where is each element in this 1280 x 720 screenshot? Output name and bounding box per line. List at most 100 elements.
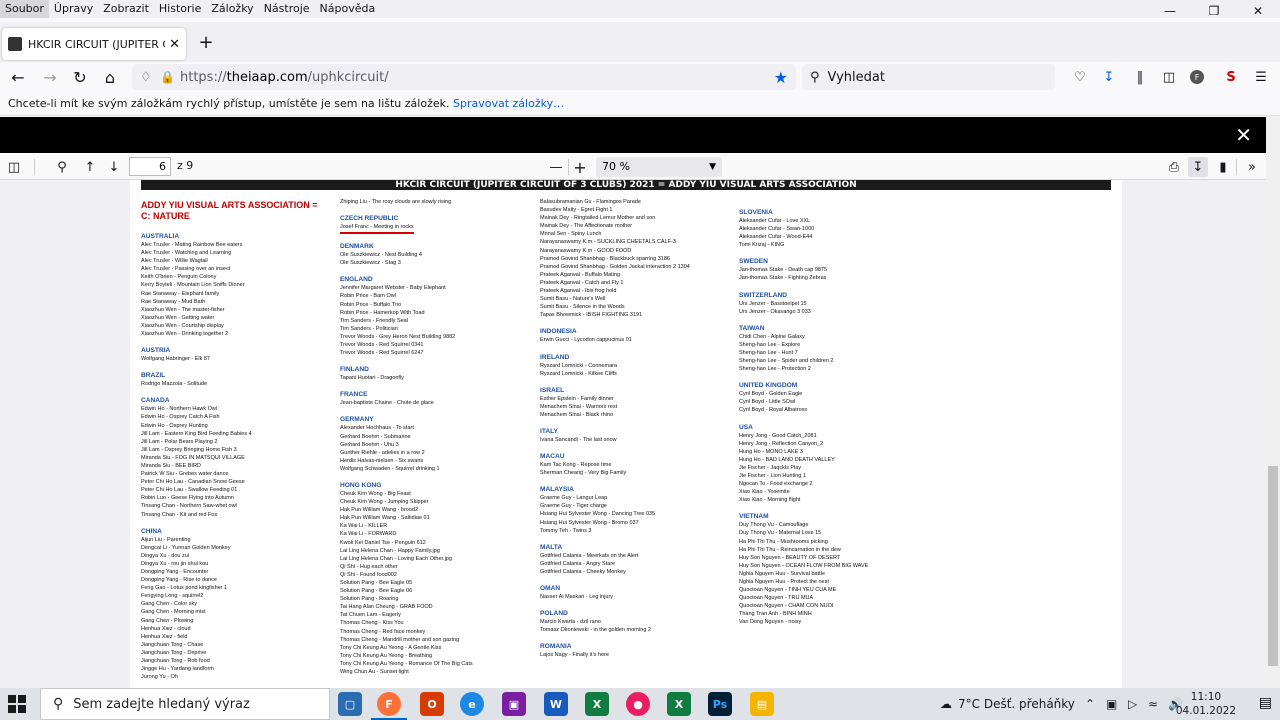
save-app-icon[interactable]: ▣: [502, 692, 526, 716]
entry-line: Wolfgang Habringer - Elk 87: [141, 356, 210, 363]
entry-line: Henry Jong - Good Catch_2081: [739, 432, 817, 439]
entry-line: Huy Son Nguyen - OCEAN FLOW FROM BIG WAV…: [739, 562, 869, 569]
photoshop-icon[interactable]: Ps: [708, 692, 732, 716]
entry-line: Patrick W Siu - Grebes water dance: [141, 471, 229, 478]
column-2: Zhiping Liu - The rosy clouds are slowly…: [340, 198, 473, 676]
url-bar[interactable]: ♢ 🔒 https://theiaap.com/uphkcircuit/ ★: [132, 64, 796, 90]
manage-bookmarks-link[interactable]: Spravovat záložky…: [453, 97, 564, 110]
zoom-in-icon[interactable]: +: [570, 157, 590, 177]
bookmark-star-icon[interactable]: ★: [774, 68, 788, 87]
save-icon[interactable]: ↧: [1188, 157, 1208, 177]
minimize-icon[interactable]: —: [1148, 0, 1192, 22]
menu-napoveda[interactable]: Nápověda: [315, 0, 381, 18]
entry-line: Basudev Maity - Egret Fight 1: [540, 207, 613, 214]
menu-nastroje[interactable]: Nástroje: [259, 0, 315, 18]
toolbar-divider: [568, 159, 569, 175]
forward-arrow-icon[interactable]: →: [36, 62, 64, 92]
home-icon[interactable]: ⌂: [96, 62, 124, 92]
notification-icon[interactable]: ▤: [1259, 695, 1272, 711]
toolbar-divider: [34, 159, 35, 175]
zoom-select[interactable]: 70 % ▼: [596, 157, 722, 177]
menu-zalozky[interactable]: Záložky: [206, 0, 258, 18]
office-icon[interactable]: O: [420, 692, 444, 716]
entry-line: Balasubramanian Gv - Flamingos Parade: [540, 199, 641, 205]
zoom-out-icon[interactable]: —: [546, 157, 566, 177]
downloads-icon[interactable]: ↧: [1100, 68, 1118, 86]
bookmark-icon[interactable]: ▮: [1213, 157, 1233, 177]
country-heading: ISRAEL: [540, 386, 565, 394]
library-icon[interactable]: ‖: [1131, 68, 1149, 86]
menu-historie[interactable]: Historie: [154, 0, 206, 18]
word-icon[interactable]: W: [544, 692, 568, 716]
menu-zobrazit[interactable]: Zobrazit: [98, 0, 154, 18]
shield-icon[interactable]: ♢: [140, 70, 160, 85]
entry-line: Pramod Govind Shanbhag - Blackbuck sparr…: [540, 255, 670, 262]
tab-bar: HKCIR CIRCUIT (JUPITER CIRCUI ✕ +: [0, 22, 1280, 62]
previous-page-icon[interactable]: ↑: [80, 157, 100, 177]
entry-line: Henhua Xiez - cloud: [141, 625, 191, 632]
find-icon[interactable]: ⚲: [52, 157, 72, 177]
back-arrow-icon[interactable]: ←: [4, 62, 32, 92]
pdf-viewer[interactable]: HKCIR CIRCUIT (JUPITER CIRCUIT OF 3 CLUB…: [0, 180, 1266, 688]
next-page-icon[interactable]: ↓: [104, 157, 124, 177]
bookmarks-bar: Chcete-li mít ke svým záložkám rychlý př…: [0, 92, 1280, 116]
scrollbar-thumb[interactable]: [1268, 466, 1278, 666]
close-presentation-icon[interactable]: ✕: [1235, 123, 1252, 147]
search-placeholder: Vyhledat: [827, 69, 885, 85]
close-window-icon[interactable]: ✕: [1236, 0, 1280, 22]
print-icon[interactable]: ⎙: [1164, 157, 1184, 177]
entry-line: Ngocan To - Food exchange 2: [739, 481, 813, 488]
paint-app-icon[interactable]: ●: [626, 692, 650, 716]
entry-line: Tapani Huotari - Dragonfly: [340, 375, 404, 382]
entry-line: Tapas Bhowmick - IBISH FIGHTING 3191: [540, 312, 643, 319]
page-number-input[interactable]: 6: [129, 157, 171, 176]
entry-line: Tat Chuen Lam - Eagerly: [340, 612, 401, 619]
entry-line: Nghia Nguyen Huu - Survival battle: [739, 570, 825, 577]
close-tab-icon[interactable]: ✕: [169, 37, 180, 52]
excel-xml-icon[interactable]: X: [667, 692, 691, 716]
new-tab-plus-icon[interactable]: +: [194, 32, 218, 53]
search-bar[interactable]: ⚲ Vyhledat: [802, 64, 1055, 90]
entry-line: Graeme Guy - Langur Leap: [540, 495, 608, 502]
scrollbar[interactable]: [1266, 116, 1280, 688]
firefox-icon[interactable]: F: [371, 692, 407, 720]
task-view-icon[interactable]: ▢: [338, 692, 362, 716]
chevron-down-icon: ▼: [709, 162, 716, 172]
app-menu-icon[interactable]: ☰: [1252, 68, 1270, 86]
entry-line: Tinsang Chan - Northern Saw-whet owl: [141, 503, 237, 510]
entry-line: Erwin Gucci - Lycodon cappucinus 01: [540, 337, 632, 344]
excel-icon[interactable]: X: [585, 692, 609, 716]
entry-line: Edwin Ho - Osprey Hunting: [141, 422, 208, 429]
file-explorer-icon[interactable]: ▤: [750, 692, 774, 716]
entry-line: Qi Shi - Found food002: [340, 571, 397, 578]
presentation-bar: ✕: [0, 117, 1266, 153]
menu-upravy[interactable]: Úpravy: [49, 0, 98, 18]
clock[interactable]: 11:10 04.01.2022: [1176, 690, 1236, 718]
entry-line: Hak Pun William Wang - brood2: [340, 507, 419, 514]
account-avatar-icon[interactable]: F: [1190, 70, 1204, 84]
column-4: SLOVENIA Aleksander Cufar - Love XXL Aleks…: [739, 208, 868, 627]
column-1-entries: AUSTRALIA Alec Trusler - Mating Rainbow B…: [141, 232, 317, 681]
toggle-sidebar-icon[interactable]: ◫: [4, 157, 24, 177]
entry-line: Gerhard Boehm - Uhu 3: [340, 441, 399, 448]
lock-icon[interactable]: 🔒: [160, 70, 180, 84]
reload-icon[interactable]: ↻: [66, 62, 94, 92]
taskbar-search[interactable]: ⚲ Sem zadejte hledaný výraz: [40, 688, 330, 720]
pocket-icon[interactable]: ♡: [1071, 68, 1089, 86]
extension-s-icon[interactable]: S: [1222, 68, 1240, 86]
wifi-tray-icon[interactable]: ≈: [1148, 688, 1158, 720]
network-tray-icon[interactable]: ▣: [1106, 688, 1117, 720]
edge-icon[interactable]: e: [460, 692, 484, 716]
menu-soubor[interactable]: Soubor: [0, 0, 49, 18]
tools-menu-icon[interactable]: »: [1242, 157, 1262, 177]
weather-widget[interactable]: ☁ 7°C Dešť. přeháňky: [940, 688, 1075, 720]
entry-line: Duy Thong Vu - Maternal Love 15: [739, 530, 822, 537]
sidebar-icon[interactable]: ◫: [1160, 68, 1178, 86]
show-hidden-icons-icon[interactable]: ⌃: [1085, 688, 1095, 720]
tab-active[interactable]: HKCIR CIRCUIT (JUPITER CIRCUI ✕: [2, 28, 186, 60]
entry-line: Urs Jenzer - Basstoelpel 15: [739, 300, 807, 307]
entry-line: Jingge Hu - Yardang landform: [141, 666, 214, 673]
windows-start-icon[interactable]: [8, 695, 26, 713]
restore-icon[interactable]: ❐: [1192, 0, 1236, 22]
volume-tray-icon[interactable]: ▷: [1128, 688, 1137, 720]
